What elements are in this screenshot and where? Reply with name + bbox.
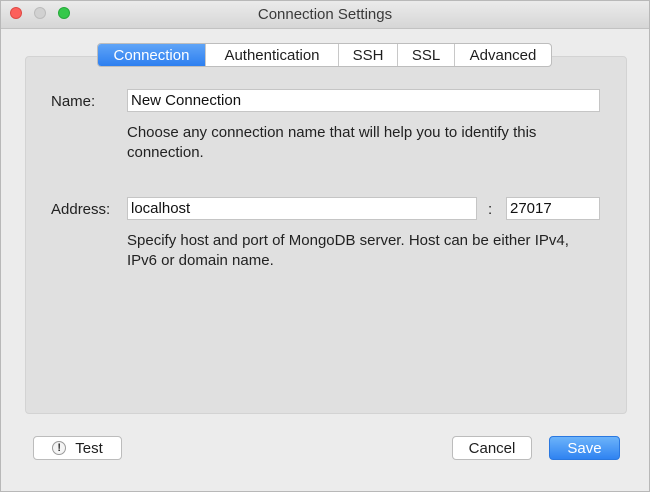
name-label: Name: [51,93,96,110]
port-separator: : [488,201,493,218]
save-button-label: Save [567,439,602,457]
tab-advanced[interactable]: Advanced [455,44,551,66]
address-help-text: Specify host and port of MongoDB server.… [127,232,569,269]
connection-name-field[interactable] [127,89,600,112]
warning-icon: ! [52,441,67,455]
connection-settings-window: Connection Settings Connection Authentic… [0,0,650,492]
cancel-button-label: Cancel [468,439,516,457]
save-button[interactable]: Save [549,436,620,460]
tab-ssl[interactable]: SSL [398,44,455,66]
cancel-button[interactable]: Cancel [452,436,532,460]
name-help-text: Choose any connection name that will hel… [127,124,537,161]
test-button[interactable]: ! Test [33,436,122,460]
tab-ssh[interactable]: SSH [339,44,398,66]
host-field[interactable] [127,197,477,220]
port-field[interactable] [506,197,600,220]
tab-authentication[interactable]: Authentication [206,44,339,66]
test-button-label: Test [75,439,103,457]
title-bar: Connection Settings [1,1,649,29]
tab-connection[interactable]: Connection [98,44,206,66]
address-label: Address: [51,201,111,218]
tab-bar: Connection Authentication SSH SSL Advanc… [97,43,552,67]
window-title: Connection Settings [257,6,393,23]
